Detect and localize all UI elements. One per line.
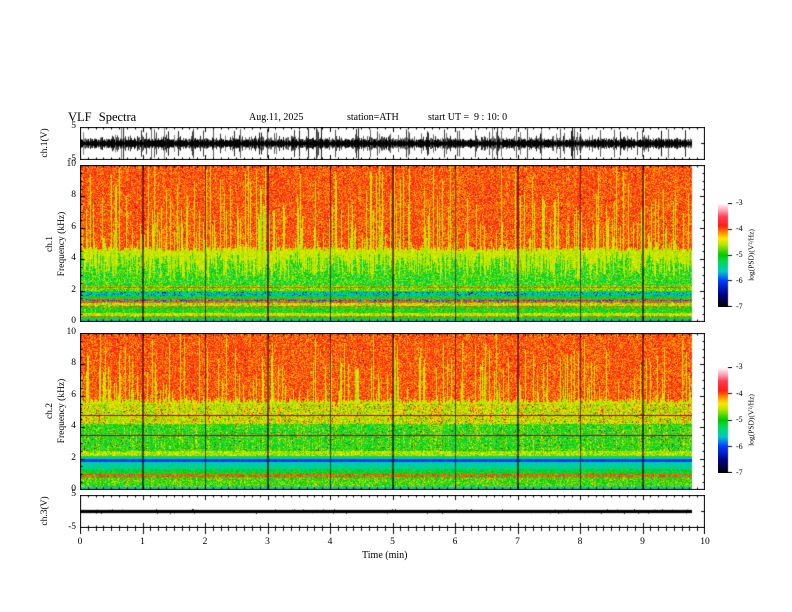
tick-label: 2	[71, 452, 76, 463]
tick-label: -3	[736, 362, 743, 371]
ch1-voltage-axis-label: ch.1(V)	[40, 128, 50, 158]
figure-title: VLF Spectra	[68, 110, 137, 124]
tick-label: 8	[71, 358, 76, 369]
tick-label: 6	[71, 389, 76, 400]
tick-label: -7	[736, 468, 743, 477]
tick-label: 4	[327, 537, 333, 547]
tick-label: 6	[452, 537, 458, 547]
time-axis-label: Time (min)	[362, 550, 408, 561]
tick-label: -5	[736, 415, 743, 424]
colorbar-ch1	[718, 203, 733, 307]
tick-label: 0	[77, 537, 83, 547]
tick-label: 0	[71, 316, 76, 326]
tick-label: 2	[202, 537, 208, 547]
colorbar-ch2	[718, 367, 733, 473]
spec2-frequency-label: Frequency (kHz)	[57, 378, 67, 444]
tick-label: 5	[390, 537, 395, 547]
tick-label: -5	[736, 250, 743, 259]
colorbar1-label: log(PSD)(V²/Hz)	[746, 229, 756, 281]
ch3-waveform-canvas	[80, 495, 705, 528]
tick-label: -4	[736, 388, 743, 398]
tick-label: 8	[71, 190, 76, 201]
tick-label: 8	[577, 537, 583, 547]
tick-label: -5	[68, 522, 76, 532]
tick-label: 7	[515, 537, 520, 547]
tick-label: 4	[71, 253, 76, 264]
ch1-waveform-canvas	[80, 127, 705, 160]
tick-label: 2	[71, 284, 76, 295]
colorbar2-label: log(PSD)(V²/Hz)	[746, 394, 756, 446]
tick-label: -4	[736, 224, 743, 233]
tick-label: 10	[66, 327, 77, 337]
tick-label: 6	[71, 221, 76, 232]
tick-label: -3	[736, 198, 743, 207]
tick-label: 9	[640, 537, 645, 547]
spec1-channel-label: ch.1	[45, 235, 55, 253]
tick-label: -6	[736, 441, 743, 451]
date-label: Aug.11, 2025	[249, 112, 304, 123]
spec2-channel-label: ch.2	[45, 402, 55, 420]
tick-label: 5	[71, 489, 76, 499]
tick-label: 1	[140, 537, 145, 547]
tick-label: -6	[736, 276, 743, 285]
tick-label: -5	[68, 154, 76, 164]
tick-label: 5	[71, 121, 76, 131]
tick-label: 3	[265, 537, 270, 547]
vlf-spectra-figure: VLF Spectra Aug.11, 2025 station=ATH sta…	[0, 0, 792, 612]
tick-label: 10	[700, 537, 710, 547]
start-ut-label: start UT = 9 : 10: 0	[428, 112, 508, 123]
ch1-spectrogram-canvas	[80, 165, 705, 322]
tick-label: -7	[736, 302, 743, 311]
ch2-spectrogram-canvas	[80, 333, 705, 490]
tick-label: 4	[71, 421, 76, 432]
ch3-voltage-axis-label: ch.3(V)	[40, 496, 50, 526]
station-label: station=ATH	[347, 112, 399, 123]
